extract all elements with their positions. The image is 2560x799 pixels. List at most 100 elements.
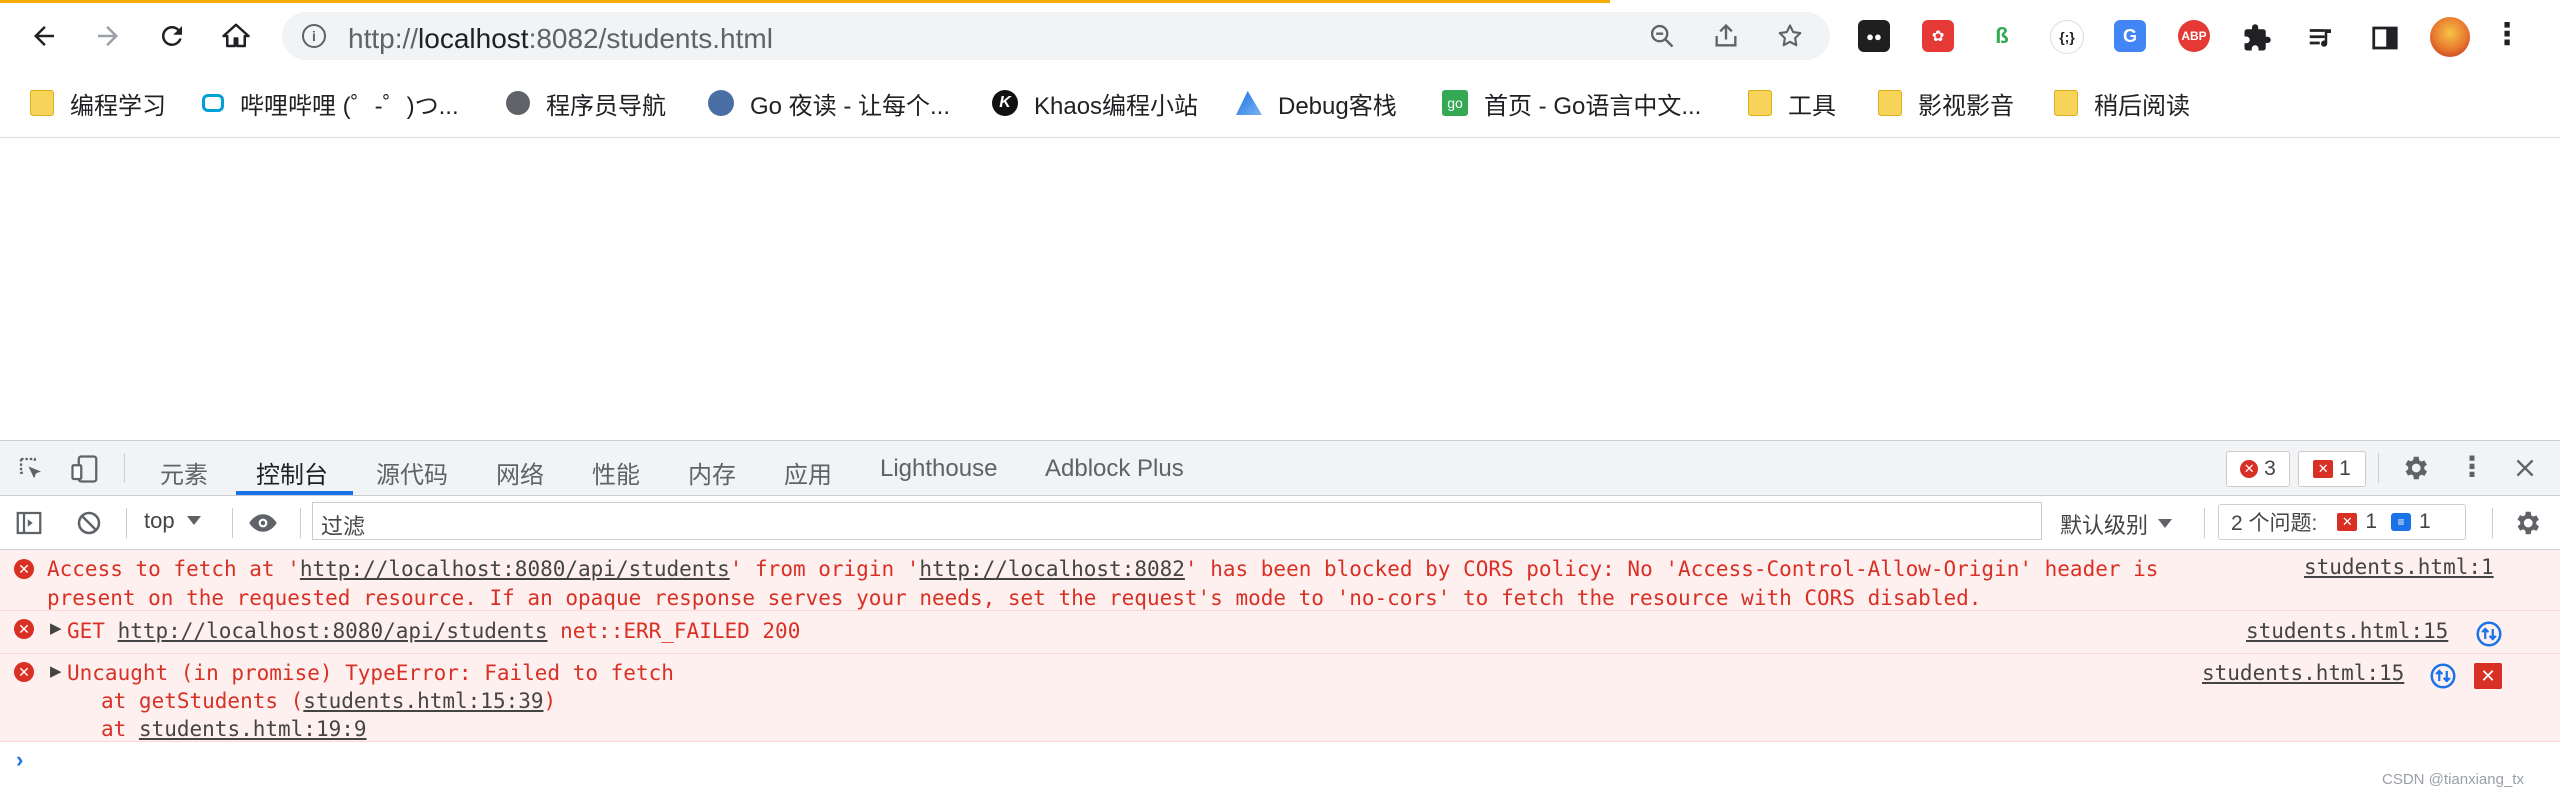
tab-network[interactable]: 网络 [496, 455, 544, 490]
issue-info-icon: ≡ [2391, 513, 2412, 531]
home-icon [222, 23, 250, 48]
expand-triangle-icon[interactable]: ▶ [50, 662, 62, 680]
issue-flag-icon: ✕ [2313, 460, 2334, 478]
console-settings-gear-icon[interactable] [2512, 508, 2542, 538]
stack-link[interactable]: students.html:19:9 [139, 717, 367, 741]
address-bar[interactable]: i http://localhost:8082/students.html [282, 12, 1830, 60]
console-filter-input[interactable]: 过滤 [312, 502, 2042, 540]
bookmark-item[interactable]: go 首页 - Go语言中文... [1442, 86, 1701, 120]
translate-icon[interactable]: G [2114, 20, 2146, 52]
source-link[interactable]: students.html:15 [2246, 619, 2448, 643]
clear-console-icon[interactable] [74, 508, 104, 538]
error-counter[interactable]: ✕ 3 [2226, 451, 2290, 487]
reload-button[interactable] [152, 16, 192, 56]
close-devtools-icon[interactable] [2512, 455, 2538, 481]
back-button[interactable] [24, 16, 64, 56]
forward-button[interactable] [88, 16, 128, 56]
divider [2204, 508, 2205, 538]
more-menu-icon[interactable]: ⋮ [2492, 15, 2522, 55]
divider [232, 508, 233, 538]
filter-placeholder: 过滤 [321, 514, 366, 539]
stack-link[interactable]: students.html:15:39 [303, 689, 543, 713]
sidebar-toggle-icon[interactable] [14, 508, 44, 538]
devtools-menu-icon[interactable]: ⋮ [2458, 449, 2486, 485]
settings-gear-icon[interactable] [2400, 453, 2430, 483]
tab-sources[interactable]: 源代码 [376, 455, 448, 490]
http-method: GET [67, 619, 105, 643]
media-queue-icon[interactable] [2306, 23, 2336, 53]
console-input[interactable] [44, 745, 2484, 775]
console-error-message: ✕ Access to fetch at 'http://localhost:8… [0, 550, 2560, 611]
page-viewport[interactable] [0, 138, 2560, 440]
puzzle-icon[interactable] [2242, 23, 2272, 53]
bookmark-item[interactable]: 程序员导航 [506, 86, 666, 120]
globe-icon [506, 91, 530, 115]
site-info-icon[interactable]: i [302, 24, 326, 48]
text-segment: ) [543, 689, 557, 713]
divider [300, 508, 301, 538]
tab-performance[interactable]: 性能 [592, 455, 640, 490]
profile-avatar[interactable] [2430, 17, 2470, 57]
bookmark-item[interactable]: 哔哩哔哩 (゜-゜)つ... [202, 86, 459, 120]
console-toolbar: top 过滤 默认级别 2 个问题: ✕ 1 ≡ 1 [0, 496, 2560, 550]
issue-flag-icon[interactable]: ✕ [2474, 663, 2502, 689]
source-link[interactable]: students.html:15 [2202, 661, 2404, 685]
tab-adblock-plus[interactable]: Adblock Plus [1045, 455, 1184, 483]
request-url-link[interactable]: http://localhost:8080/api/students [118, 619, 548, 643]
console-prompt-icon[interactable]: › [16, 747, 23, 773]
tab-console[interactable]: 控制台 [256, 455, 328, 490]
bookmark-item[interactable]: 工具 [1748, 86, 1836, 120]
tab-elements[interactable]: 元素 [160, 455, 208, 490]
tab-application[interactable]: 应用 [784, 455, 832, 490]
bilibili-icon [202, 94, 224, 112]
home-button[interactable] [216, 16, 256, 56]
text-segment: Access to fetch at ' [47, 557, 300, 581]
request-url-link[interactable]: http://localhost:8080/api/students [300, 557, 730, 581]
bookmark-item[interactable]: K Khaos编程小站 [992, 86, 1198, 120]
divider [2492, 508, 2493, 538]
live-expression-eye-icon[interactable] [246, 508, 280, 538]
console-error-message: ✕ ▶ GET http://localhost:8080/api/studen… [0, 611, 2560, 654]
bookmark-star-icon[interactable] [1776, 22, 1804, 50]
inspect-element-icon[interactable] [16, 454, 46, 484]
expand-triangle-icon[interactable]: ▶ [50, 619, 62, 637]
bookmark-item[interactable]: Go 夜读 - 让每个... [708, 86, 950, 120]
leaf-extension-icon[interactable]: ß [1986, 20, 2018, 52]
json-extension-icon[interactable]: {;} [2050, 20, 2084, 54]
bookmarks-bar: 编程学习 哔哩哔哩 (゜-゜)つ... 程序员导航 Go 夜读 - 让每个...… [0, 69, 2560, 138]
folder-icon [1748, 90, 1772, 116]
url-text[interactable]: http://localhost:8082/students.html [348, 23, 773, 55]
zoom-icon[interactable] [1648, 22, 1676, 50]
watermark-text: CSDN @tianxiang_tx [2382, 771, 2524, 788]
origin-url-link[interactable]: http://localhost:8082 [919, 557, 1185, 581]
error-icon: ✕ [2240, 460, 2259, 478]
dropdown-triangle-icon [2158, 519, 2173, 528]
devtools-panel: 元素 控制台 源代码 网络 性能 内存 应用 Lighthouse Adbloc… [0, 440, 2560, 799]
log-level-selector[interactable]: 默认级别 [2060, 508, 2173, 540]
cors-error-text: Access to fetch at 'http://localhost:808… [47, 555, 2158, 613]
stack-frame: at students.html:19:9 [101, 715, 367, 744]
dev-extension-icon[interactable]: ✿ [1922, 20, 1954, 52]
issue-count: 1 [2339, 457, 2351, 480]
bookmark-item[interactable]: Debug客栈 [1236, 86, 1397, 120]
bookmark-item[interactable]: 编程学习 [30, 86, 166, 120]
bookmark-item[interactable]: 影视影音 [1878, 86, 2014, 120]
issues-button[interactable]: 2 个问题: ✕ 1 ≡ 1 [2218, 504, 2466, 540]
tampermonkey-icon[interactable]: ●● [1858, 20, 1890, 52]
tab-lighthouse[interactable]: Lighthouse [880, 455, 997, 483]
context-value: top [144, 508, 175, 533]
url-scheme: http:// [348, 23, 419, 54]
issue-counter[interactable]: ✕ 1 [2298, 451, 2366, 487]
side-panel-icon[interactable] [2370, 23, 2400, 53]
share-icon[interactable] [1712, 22, 1740, 50]
source-link[interactable]: students.html:1 [2304, 555, 2494, 579]
network-request-icon[interactable] [2474, 619, 2504, 649]
context-selector[interactable]: top [144, 508, 201, 534]
dropdown-triangle-icon [186, 516, 201, 525]
network-request-icon[interactable] [2428, 661, 2458, 691]
adblock-plus-icon[interactable]: ABP [2178, 20, 2210, 52]
tab-memory[interactable]: 内存 [688, 455, 736, 490]
bookmark-label: Go 夜读 - 让每个... [750, 92, 951, 120]
device-toolbar-icon[interactable] [70, 454, 100, 484]
bookmark-item[interactable]: 稍后阅读 [2054, 86, 2190, 120]
